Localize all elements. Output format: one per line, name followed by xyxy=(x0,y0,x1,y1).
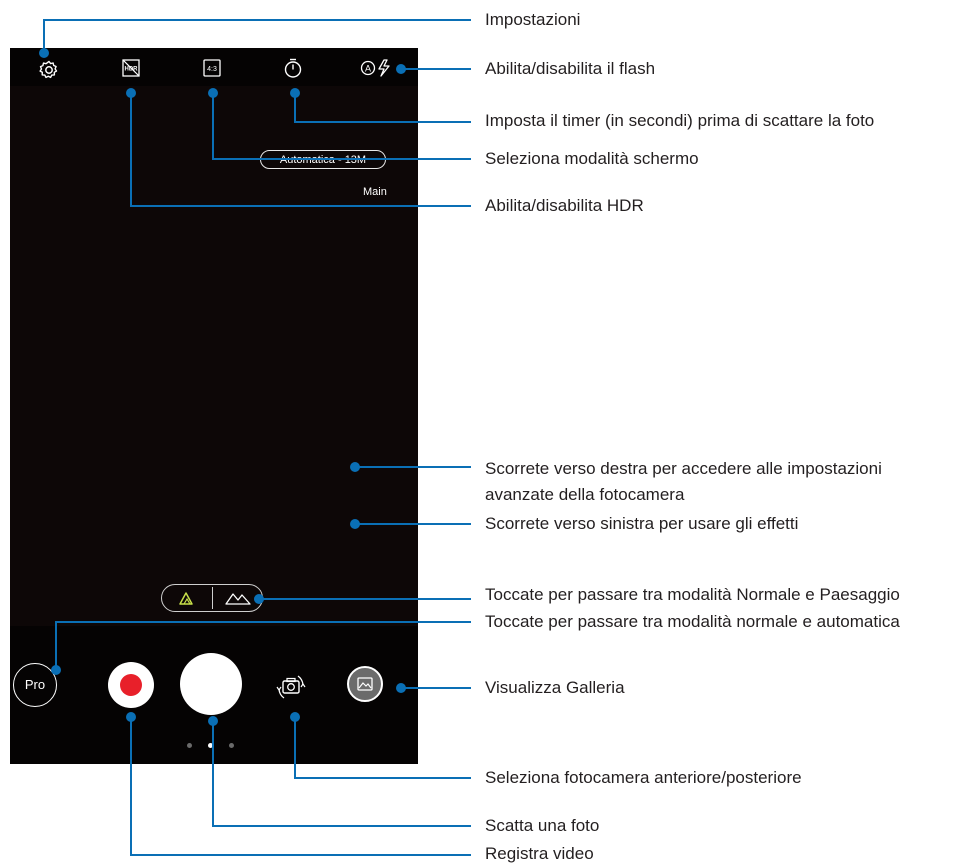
callout-line xyxy=(130,854,471,856)
callout-line xyxy=(130,720,132,856)
callout-line xyxy=(130,205,471,207)
callout-flash-label: Abilita/disabilita il flash xyxy=(485,59,656,78)
callout-line xyxy=(212,96,214,160)
callout-line xyxy=(55,621,471,623)
camera-screen: HDR 4:3 A Automatica - 13M Main Pro xyxy=(10,48,418,764)
callout-line xyxy=(55,621,57,667)
callout-line xyxy=(358,466,471,468)
callout-line xyxy=(130,96,132,207)
callout-line xyxy=(404,687,471,689)
callout-timer-label: Imposta il timer (in secondi) prima di s… xyxy=(485,111,875,130)
callout-swipe-left-label: Scorrete verso sinistra per usare gli ef… xyxy=(485,514,799,533)
auto-flash-icon[interactable]: A xyxy=(360,58,396,78)
gallery-button[interactable] xyxy=(347,666,383,702)
callout-line xyxy=(294,720,296,779)
callout-line xyxy=(294,121,471,123)
camera-top-bar: HDR 4:3 A xyxy=(10,48,418,86)
toggle-divider xyxy=(212,587,213,609)
callout-hdr-label: Abilita/disabilita HDR xyxy=(485,196,644,215)
callout-marker xyxy=(39,48,49,58)
switch-camera-icon xyxy=(276,675,306,699)
callout-record-video-label: Registra video xyxy=(485,844,594,863)
camera-label: Main xyxy=(363,186,387,198)
callout-take-photo-label: Scatta una foto xyxy=(485,816,600,835)
callout-normal-auto-label: Toccate per passare tra modalità normale… xyxy=(485,612,900,631)
settings-gear-icon[interactable] xyxy=(37,58,61,82)
hdr-text: HDR xyxy=(125,67,139,73)
callout-line xyxy=(212,825,471,827)
callout-swipe-right-label: Scorrete verso destra per accedere alle … xyxy=(485,459,882,478)
normal-mode-icon[interactable] xyxy=(166,588,210,608)
page-dot xyxy=(187,743,192,748)
record-dot-icon xyxy=(120,674,142,696)
callout-line xyxy=(212,158,471,160)
shutter-button[interactable] xyxy=(180,653,242,715)
callout-screen-mode-label: Seleziona modalità schermo xyxy=(485,149,699,168)
viewfinder[interactable]: Automatica - 13M Main xyxy=(10,86,418,626)
callout-line xyxy=(358,523,471,525)
svg-text:A: A xyxy=(365,64,371,74)
callout-normal-landscape-label: Toccate per passare tra modalità Normale… xyxy=(485,585,900,604)
hdr-icon[interactable]: HDR xyxy=(122,59,140,77)
callout-settings-label: Impostazioni xyxy=(485,10,581,29)
callout-line xyxy=(262,598,471,600)
callout-line xyxy=(212,724,214,827)
normal-landscape-toggle[interactable] xyxy=(161,584,263,612)
switch-camera-button[interactable] xyxy=(271,667,311,707)
aspect-ratio-4-3-icon[interactable]: 4:3 xyxy=(203,59,221,77)
callout-line xyxy=(43,19,471,21)
timer-icon[interactable] xyxy=(282,57,304,79)
callout-line xyxy=(294,96,296,122)
aspect-ratio-text: 4:3 xyxy=(207,66,217,73)
gallery-icon xyxy=(357,677,373,691)
record-video-button[interactable] xyxy=(108,662,154,708)
callout-switch-camera-label: Seleziona fotocamera anteriore/posterior… xyxy=(485,768,802,787)
callout-swipe-right-label-2: avanzate della fotocamera xyxy=(485,485,685,504)
callout-line xyxy=(294,777,471,779)
page-dot xyxy=(229,743,234,748)
callout-gallery-label: Visualizza Galleria xyxy=(485,678,625,697)
callout-line xyxy=(404,68,471,70)
